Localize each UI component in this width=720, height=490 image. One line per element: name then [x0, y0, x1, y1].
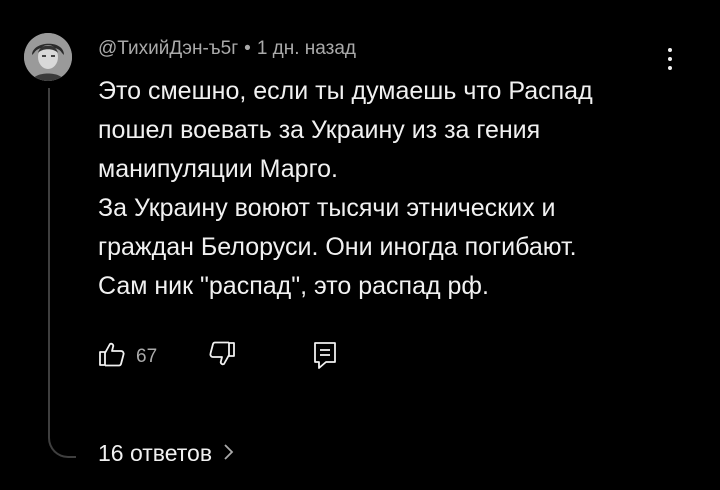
avatar[interactable]: [24, 33, 72, 81]
reply-button[interactable]: [311, 340, 339, 375]
reply-icon: [311, 342, 339, 374]
more-vert-icon[interactable]: [660, 44, 680, 74]
replies-link[interactable]: 16 ответов: [98, 440, 234, 467]
chevron-right-icon: [222, 440, 234, 467]
comment-text: Это смешно, если ты думаешь что Распад п…: [98, 77, 593, 300]
comment-time: 1 дн. назад: [256, 38, 357, 59]
author-handle[interactable]: @ТихийДэн-ъ5г: [98, 38, 238, 59]
thread-line: [48, 88, 76, 458]
like-count: 67: [136, 345, 158, 367]
comment-meta: @ТихийДэн-ъ5г • 1 дн. назад: [98, 38, 356, 60]
thumb-up-icon: [98, 340, 126, 373]
like-button[interactable]: 67: [98, 340, 157, 373]
thumb-down-icon: [208, 341, 236, 372]
dislike-button[interactable]: [208, 340, 236, 373]
meta-separator: •: [244, 38, 251, 59]
replies-count-label: 16 ответов: [98, 440, 213, 466]
